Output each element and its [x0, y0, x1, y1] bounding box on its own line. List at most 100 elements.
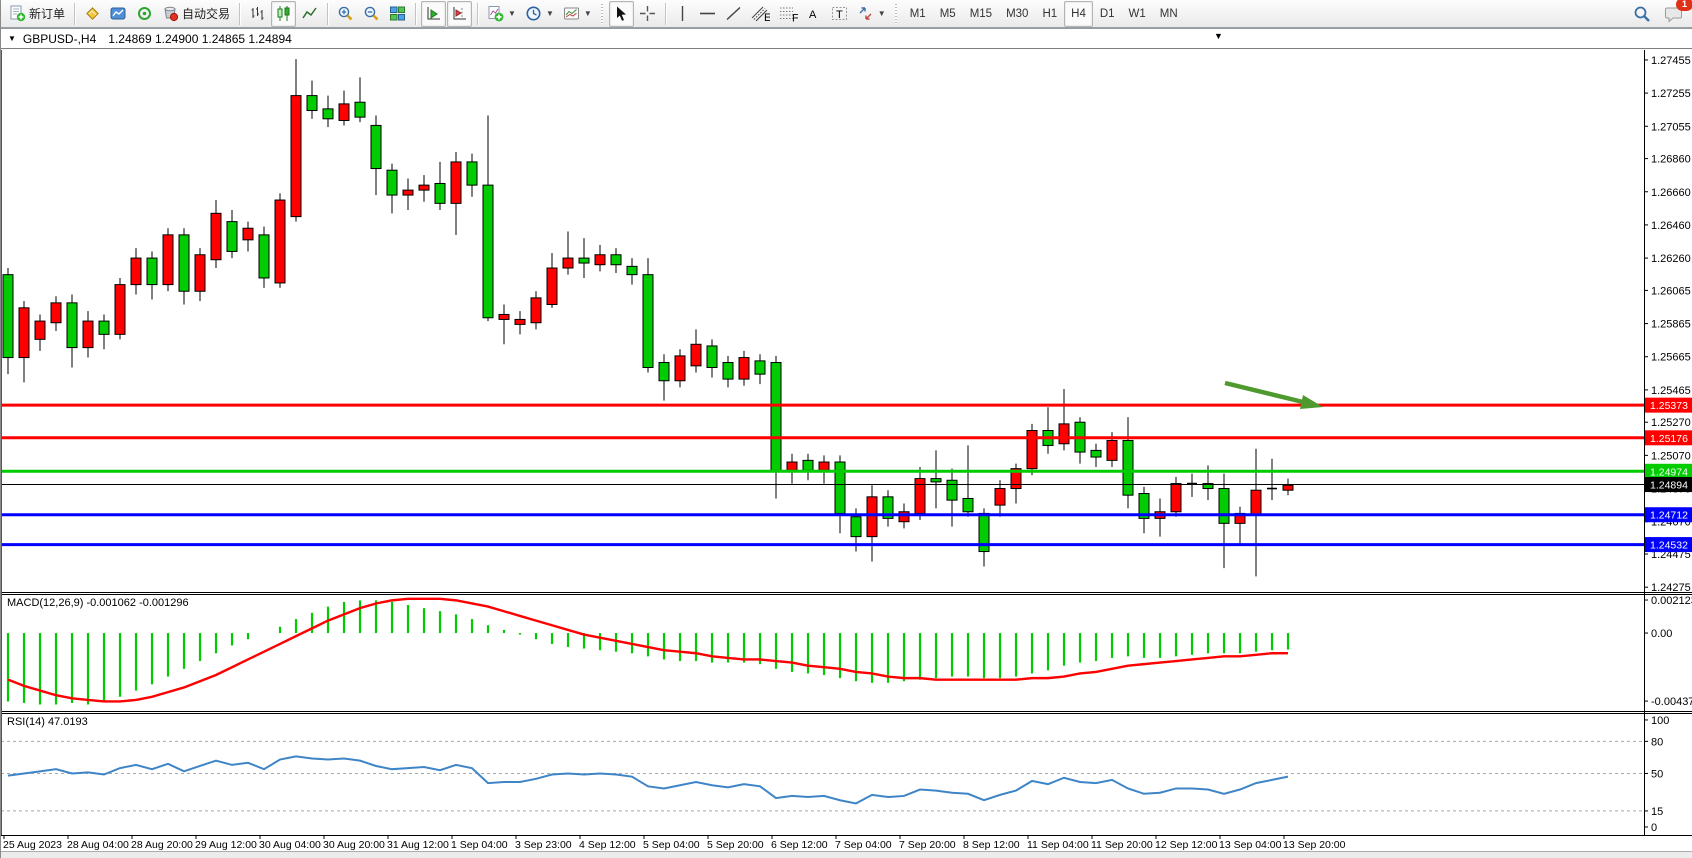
- time-tick-label: 6 Sep 12:00: [771, 839, 828, 851]
- time-tick-label: 12 Sep 12:00: [1155, 839, 1218, 851]
- time-tick-label: 7 Sep 20:00: [899, 839, 956, 851]
- candle-body: [163, 235, 173, 285]
- price-badge-label: 1.24532: [1650, 540, 1688, 552]
- price-badge-label: 1.25373: [1650, 400, 1688, 412]
- time-tick-label: 1 Sep 04:00: [451, 839, 508, 851]
- candle-body: [67, 303, 77, 348]
- time-tick-label: 11 Sep 20:00: [1091, 839, 1153, 851]
- candle-body: [691, 344, 701, 366]
- time-tick-label: 11 Sep 04:00: [1027, 839, 1089, 851]
- price-tick-label: 1.26260: [1651, 253, 1691, 265]
- candle-body: [947, 480, 957, 500]
- price-tick-label: 1.26460: [1651, 220, 1691, 232]
- candle-body: [387, 170, 397, 195]
- time-tick-label: 8 Sep 12:00: [963, 839, 1020, 851]
- time-tick-label: 30 Aug 04:00: [259, 839, 321, 851]
- candle-body: [355, 102, 365, 117]
- macd-tick-label: -0.004378: [1651, 696, 1692, 708]
- candle-body: [627, 266, 637, 274]
- candle-body: [35, 321, 45, 339]
- candle-body: [419, 185, 429, 190]
- candle-body: [323, 109, 333, 119]
- candle-body: [707, 346, 717, 368]
- candle-body: [435, 183, 445, 203]
- window-bottom-strip: [1, 851, 1692, 858]
- candle-body: [451, 162, 461, 203]
- candle-body: [227, 222, 237, 252]
- candle-body: [499, 314, 509, 319]
- time-tick-label: 28 Aug 20:00: [131, 839, 193, 851]
- price-tick-label: 1.26065: [1651, 285, 1691, 297]
- candle-body: [787, 462, 797, 470]
- time-tick-label: 31 Aug 12:00: [387, 839, 449, 851]
- candle-body: [739, 358, 749, 380]
- price-tick-label: 1.26660: [1651, 187, 1691, 199]
- candle-body: [291, 96, 301, 217]
- candle-body: [1171, 484, 1181, 512]
- candle-body: [867, 497, 877, 537]
- time-tick-label: 28 Aug 04:00: [67, 839, 129, 851]
- candle-body: [307, 96, 317, 111]
- price-badge-label: 1.24894: [1650, 480, 1688, 492]
- price-tick-label: 1.26860: [1651, 154, 1691, 166]
- price-badge-label: 1.24974: [1650, 466, 1688, 478]
- macd-tick-label: 0.00: [1651, 628, 1672, 640]
- price-tick-label: 1.25665: [1651, 352, 1691, 364]
- candle-body: [1059, 424, 1069, 444]
- candle-body: [211, 213, 221, 259]
- candle-body: [851, 517, 861, 537]
- candle-body: [659, 363, 669, 381]
- candle-body: [1027, 431, 1037, 469]
- candle-body: [19, 308, 29, 358]
- candle-body: [195, 255, 205, 291]
- candle-body: [931, 479, 941, 482]
- candle-body: [915, 479, 925, 514]
- rsi-tick-label: 0: [1651, 822, 1657, 834]
- candle-body: [3, 275, 13, 358]
- candle-body: [1251, 490, 1261, 515]
- price-tick-label: 1.25270: [1651, 417, 1691, 429]
- candle-body: [547, 268, 557, 304]
- candle-body: [643, 275, 653, 368]
- candle-body: [371, 125, 381, 168]
- candle-body: [403, 190, 413, 195]
- candle-body: [995, 489, 1005, 506]
- price-badge-label: 1.24712: [1650, 510, 1688, 522]
- candle-body: [147, 258, 157, 285]
- candle-body: [339, 104, 349, 121]
- candle-body: [819, 462, 829, 470]
- price-badge-label: 1.25176: [1650, 433, 1688, 445]
- rsi-tick-label: 80: [1651, 736, 1663, 748]
- candle-body: [483, 185, 493, 318]
- candle-body: [131, 258, 141, 285]
- candle-body: [835, 462, 845, 513]
- chart-canvas[interactable]: 1.274551.272551.270551.268601.266601.264…: [1, 0, 1692, 858]
- candle-body: [563, 258, 573, 268]
- time-tick-label: 5 Sep 20:00: [707, 839, 764, 851]
- candle-body: [243, 228, 253, 240]
- candle-body: [1283, 485, 1293, 490]
- rsi-tick-label: 50: [1651, 768, 1663, 780]
- candle-body: [771, 363, 781, 472]
- candle-body: [467, 162, 477, 185]
- candle-body: [1123, 440, 1133, 495]
- candle-body: [99, 321, 109, 334]
- candle-body: [51, 303, 61, 323]
- candle-body: [675, 356, 685, 381]
- candle-body: [275, 200, 285, 283]
- price-tick-label: 1.25865: [1651, 319, 1691, 331]
- mt4-window: 新订单 自动交易: [0, 0, 1692, 858]
- candle-body: [723, 363, 733, 380]
- candle-body: [515, 319, 525, 324]
- time-tick-label: 5 Sep 04:00: [643, 839, 700, 851]
- macd-tick-label: 0.002123: [1651, 595, 1692, 607]
- candle-body: [259, 235, 269, 278]
- candle-body: [1107, 440, 1117, 460]
- chart-background: [1, 49, 1692, 851]
- rsi-tick-label: 100: [1651, 715, 1669, 727]
- candle-body: [595, 255, 605, 265]
- candle-body: [1091, 450, 1101, 457]
- candle-body: [531, 298, 541, 323]
- time-tick-label: 7 Sep 04:00: [835, 839, 892, 851]
- candle-body: [179, 235, 189, 291]
